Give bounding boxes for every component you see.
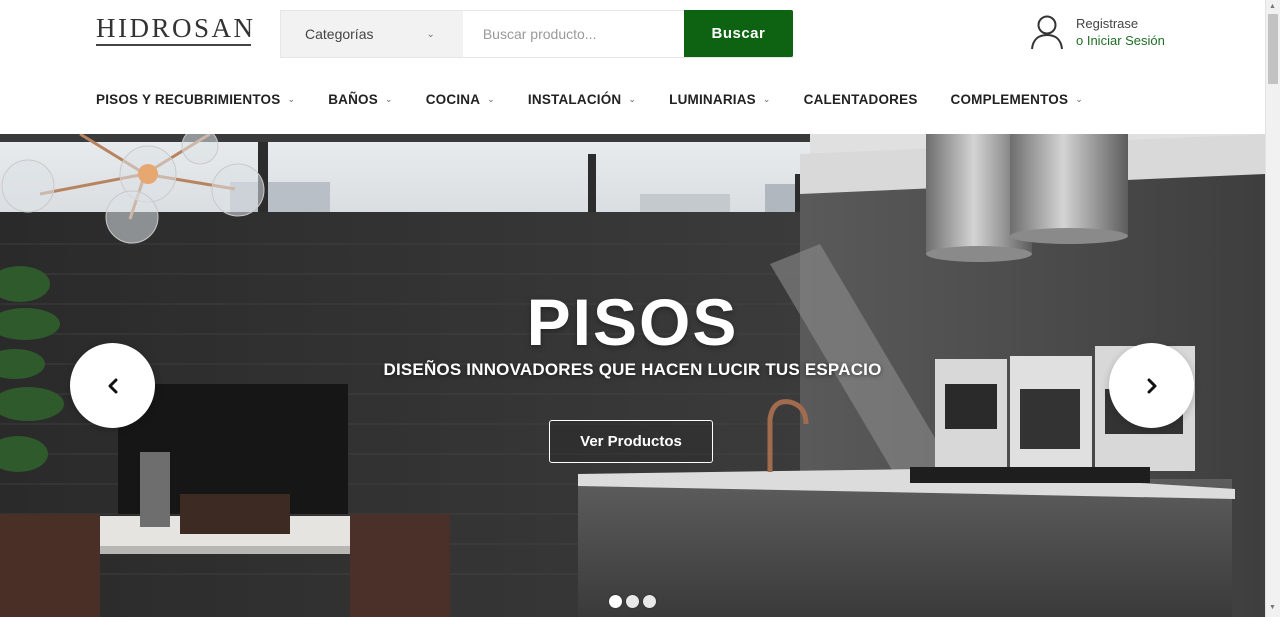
nav-item-cocina[interactable]: COCINA ⌄: [426, 92, 495, 107]
scroll-down-icon[interactable]: ▼: [1269, 604, 1276, 611]
chevron-down-icon: ⌄: [384, 94, 393, 104]
hero-subtitle: DISEÑOS INNOVADORES QUE HACEN LUCIR TUS …: [383, 360, 882, 379]
chevron-down-icon: ⌄: [628, 94, 637, 104]
chevron-right-icon: [1147, 378, 1156, 393]
nav-item-label: PISOS Y RECUBRIMIENTOS: [96, 92, 281, 107]
nav-item-label: COMPLEMENTOS: [950, 92, 1069, 107]
view-products-button[interactable]: Ver Productos: [549, 420, 713, 463]
nav-item-complementos[interactable]: COMPLEMENTOS ⌄: [951, 92, 1083, 107]
search-input[interactable]: [462, 11, 684, 57]
nav-item-calentadores[interactable]: CALENTADORES: [804, 92, 918, 107]
slider-dot-1[interactable]: [609, 595, 622, 608]
chevron-down-icon: ⌄: [762, 94, 771, 104]
scroll-up-icon[interactable]: ▲: [1269, 3, 1276, 10]
nav-item-label: BAÑOS: [328, 92, 378, 107]
search-button[interactable]: Buscar: [683, 10, 793, 57]
category-select[interactable]: Categorías ⌄: [281, 11, 463, 57]
register-link[interactable]: Registrase: [1076, 15, 1165, 32]
slider-dots: [609, 595, 660, 608]
nav-item-banos[interactable]: BAÑOS ⌄: [328, 92, 393, 107]
account-links: Registrase o Iniciar Sesión: [1076, 15, 1165, 49]
search-bar: Categorías ⌄ Buscar: [280, 10, 793, 58]
user-icon[interactable]: [1030, 14, 1064, 50]
hero-slider: PISOS DISEÑOS INNOVADORES QUE HACEN LUCI…: [0, 134, 1265, 617]
slider-dot-2[interactable]: [626, 595, 639, 608]
nav-item-label: INSTALACIÓN: [527, 92, 622, 107]
site-header: HIDROSAN Categorías ⌄ Buscar Registrase …: [0, 0, 1265, 134]
category-select-label: Categorías: [305, 26, 374, 42]
chevron-down-icon: ⌄: [487, 94, 495, 104]
nav-item-label: COCINA: [425, 92, 481, 107]
login-link[interactable]: o Iniciar Sesión: [1076, 32, 1165, 49]
slider-next-button[interactable]: [1109, 343, 1194, 428]
slider-dot-3[interactable]: [643, 595, 656, 608]
page-scrollbar[interactable]: ▲ ▼: [1265, 0, 1280, 617]
slider-prev-button[interactable]: [70, 343, 155, 428]
chevron-down-icon: ⌄: [426, 28, 435, 40]
nav-item-label: LUMINARIAS: [669, 92, 756, 107]
nav-item-instalacion[interactable]: INSTALACIÓN ⌄: [528, 92, 636, 107]
scrollbar-thumb[interactable]: [1268, 14, 1278, 84]
hero-title: PISOS: [526, 285, 739, 359]
main-nav: PISOS Y RECUBRIMIENTOS ⌄ BAÑOS ⌄ COCINA ⌄ I…: [96, 92, 1116, 107]
nav-item-pisos[interactable]: PISOS Y RECUBRIMIENTOS ⌄: [96, 92, 295, 107]
chevron-left-icon: [108, 378, 117, 393]
nav-item-label: CALENTADORES: [803, 92, 918, 107]
site-logo[interactable]: HIDROSAN: [96, 13, 256, 48]
nav-item-luminarias[interactable]: LUMINARIAS ⌄: [669, 92, 771, 107]
logo-text: HIDROSAN: [96, 13, 256, 43]
logo-underline: [96, 44, 251, 46]
account-area: Registrase o Iniciar Sesión: [1030, 14, 1165, 50]
chevron-down-icon: ⌄: [287, 94, 296, 104]
chevron-down-icon: ⌄: [1075, 94, 1083, 104]
